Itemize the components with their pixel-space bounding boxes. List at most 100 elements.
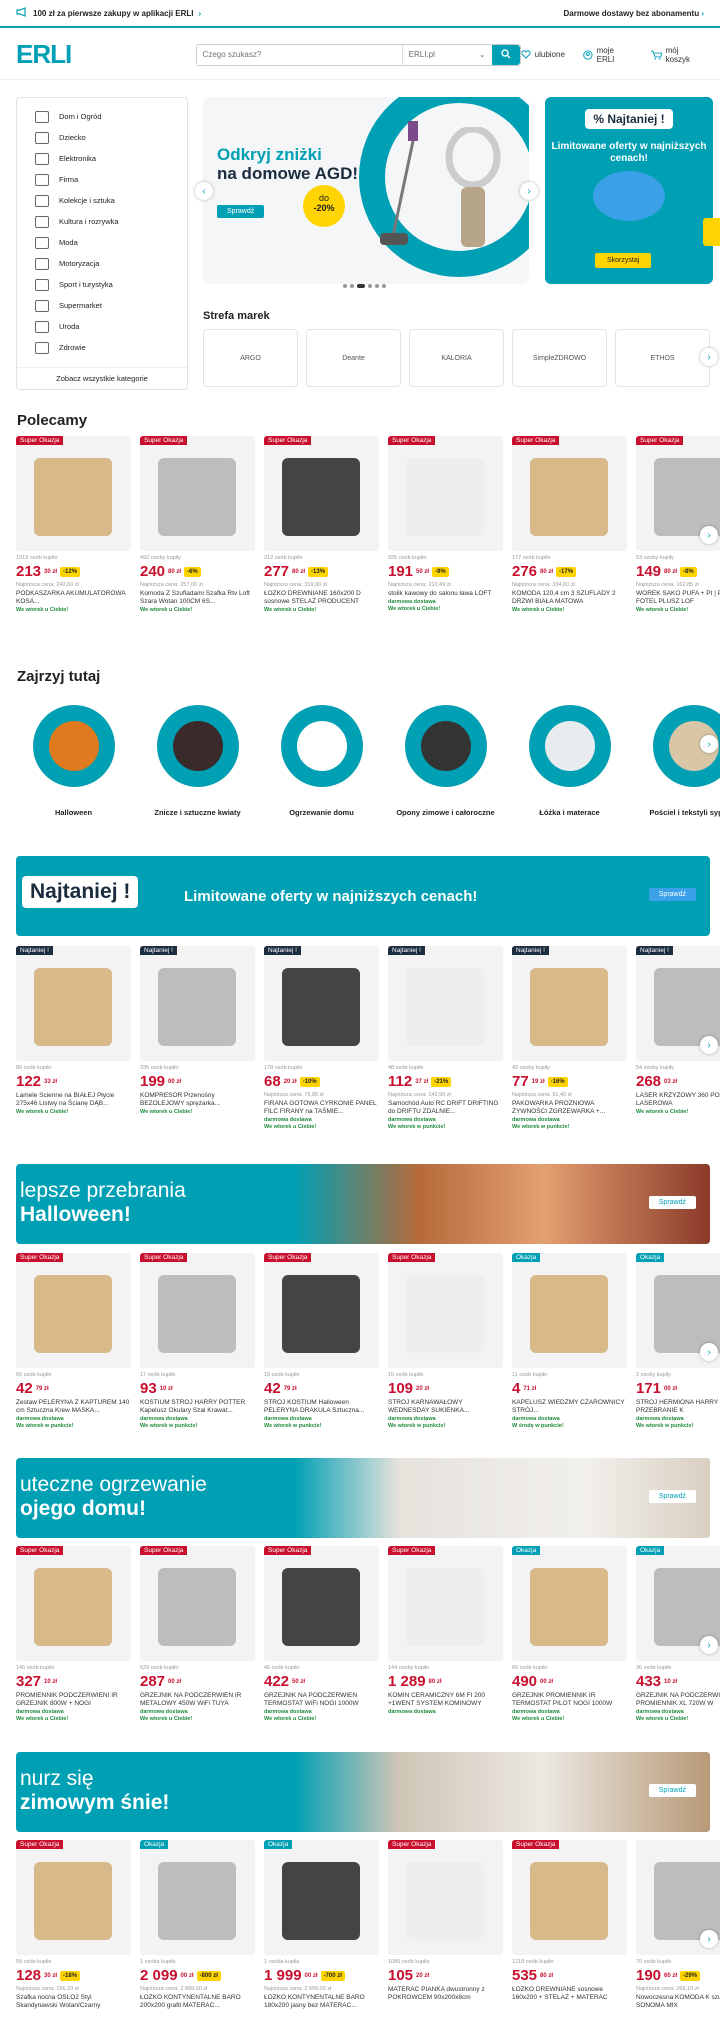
product-name[interactable]: LASER KRZYŻOWY 360 POZIOMICA LASEROWA: [636, 1092, 720, 1108]
category-item[interactable]: Elektronika: [17, 148, 187, 169]
product-card[interactable]: Super Okazja 925 osób kupiło 191 50 zł -9% Na…: [388, 436, 503, 613]
product-card[interactable]: Najtaniej ! 178 osób kupiło 68 20 zł -10% Naj…: [264, 946, 379, 1130]
brand-tile[interactable]: SimpleZDROWO: [512, 329, 607, 387]
category-item[interactable]: Motoryzacja: [17, 253, 187, 274]
product-card[interactable]: Okazja 2 osoby kupiły 171 00 zł STRÓJ HERMIO…: [636, 1253, 720, 1429]
brand-tile[interactable]: ETHOS: [615, 329, 710, 387]
category-item[interactable]: Kultura i rozrywka: [17, 211, 187, 232]
category-chip[interactable]: Halloween: [16, 705, 131, 818]
erli-logo[interactable]: ERLI: [16, 39, 174, 70]
category-item[interactable]: Zdrowie: [17, 337, 187, 358]
product-name[interactable]: GRZEJNIK NA PODCZERWIEŃ IR METALOWY 450W…: [140, 1692, 255, 1708]
brand-tile[interactable]: Deante: [306, 329, 401, 387]
product-card[interactable]: Najtaniej ! 48 osób kupiło 112 37 zł -21% Naj…: [388, 946, 503, 1130]
category-chip[interactable]: Opony zimowe i całoroczne: [388, 705, 503, 818]
product-card[interactable]: Super Okazja 10 osób kupiło 109 20 zł STRÓJ …: [388, 1253, 503, 1429]
najtaniej-promo-card[interactable]: % Najtaniej ! Limitowane oferty w najniż…: [545, 97, 713, 284]
brands-next-button[interactable]: ›: [700, 348, 718, 366]
product-name[interactable]: Samochód Auto RC DRIFT DRIFTING do DRIFT…: [388, 1100, 503, 1116]
app-promo-link[interactable]: 100 zł za pierwsze zakupy w aplikacji ER…: [16, 7, 201, 19]
row-next-button[interactable]: ›: [700, 526, 718, 544]
product-name[interactable]: Komoda Z Szufladami Szafka Rtv Loft Szar…: [140, 590, 255, 606]
account-link[interactable]: moje ERLI: [583, 46, 633, 64]
slider-dot[interactable]: [375, 284, 379, 288]
product-card[interactable]: Super Okazja 46 osób kupiło 422 50 zł GRZEJN…: [264, 1546, 379, 1722]
slider-dot[interactable]: [343, 284, 347, 288]
slider-dot[interactable]: [350, 284, 354, 288]
product-name[interactable]: Nowoczesna KOMODA K szuflady - SONOMA MI…: [636, 1994, 720, 2010]
product-name[interactable]: PROMIENNIK PODCZERWIENI IR GRZEJNIK 800W…: [16, 1692, 131, 1708]
product-name[interactable]: PAKOWARKA PRÓŻNIOWA ŻYWNOŚCI ZGRZEWARKA …: [512, 1100, 627, 1116]
category-item[interactable]: Supermarket: [17, 295, 187, 316]
product-card[interactable]: Super Okazja 65 osób kupiło 42 79 zł Zestaw …: [16, 1253, 131, 1429]
product-name[interactable]: STRÓJ KOSTIUM Halloween PELERYNA DRAKULA…: [264, 1399, 379, 1415]
brand-tile[interactable]: ARGO: [203, 329, 298, 387]
product-name[interactable]: STRÓJ KARNAWAŁOWY WEDNESDAY SUKIENKA...: [388, 1399, 503, 1415]
product-name[interactable]: stolik kawowy do salonu ława LOFT: [388, 590, 503, 598]
product-card[interactable]: Okazja 11 osób kupiło 4 71 zł KAPELUSZ WIEDŹ…: [512, 1253, 627, 1429]
product-name[interactable]: GRZEJNIK NA PODCZERWIEŃ PROMIENNIK XL 72…: [636, 1692, 720, 1708]
product-card[interactable]: Okazja 65 osób kupiło 490 00 zł GRZEJNIK PRO…: [512, 1546, 627, 1722]
product-card[interactable]: Super Okazja 58 osób kupiło 128 30 zł -18% Na…: [16, 1840, 131, 2010]
brand-tile[interactable]: KALORIA: [409, 329, 504, 387]
product-name[interactable]: ŁÓŻKO KONTYNENTALNE BARO 180x200 jasny b…: [264, 1994, 379, 2010]
category-item[interactable]: Uroda: [17, 316, 187, 337]
search-button[interactable]: [491, 44, 520, 65]
sprawdz-button[interactable]: Sprawdź: [648, 1490, 696, 1503]
product-name[interactable]: Szafka nocna OSLO2 Styl Skandynawski Wot…: [16, 1994, 131, 2010]
slider-dot[interactable]: [368, 284, 372, 288]
product-card[interactable]: Super Okazja 529 osób kupiło 287 00 zł GRZEJ…: [140, 1546, 255, 1722]
category-item[interactable]: Sport i turystyka: [17, 274, 187, 295]
favorites-link[interactable]: ulubione: [520, 46, 565, 64]
product-name[interactable]: KOMPRESOR Przenośny BEZOLEJOWY sprężarka…: [140, 1092, 255, 1108]
product-card[interactable]: 76 osób kupiło 190 60 zł -29% Najniższa cena…: [636, 1840, 720, 2010]
product-name[interactable]: KOSTIUM STRÓJ HARRY POTTER Kapelusz Okul…: [140, 1399, 255, 1415]
category-item[interactable]: Dziecko: [17, 127, 187, 148]
product-card[interactable]: Super Okazja 492 osoby kupiły 240 80 zł -6% N…: [140, 436, 255, 613]
row-next-button[interactable]: ›: [700, 1036, 718, 1054]
all-categories-link[interactable]: Zobacz wszystkie kategorie: [17, 367, 187, 383]
hero-slider[interactable]: Odkryj zniżki na domowe AGD! Sprawdź do -2…: [203, 97, 529, 284]
hero-prev-button[interactable]: ‹: [195, 182, 213, 200]
product-name[interactable]: ŁÓŻKO DREWNIANE sosnowe 160x200 + STELAŻ…: [512, 1986, 627, 2002]
heating-banner[interactable]: uteczne ogrzewanie ojego domu! Sprawdź: [16, 1458, 710, 1538]
category-chip[interactable]: Ogrzewanie domu: [264, 705, 379, 818]
product-card[interactable]: Najtaniej ! 43 osoby kupiły 77 19 zł -16% Naj…: [512, 946, 627, 1130]
chips-next-button[interactable]: ›: [700, 735, 718, 753]
product-name[interactable]: KOMIN CERAMICZNY 6M FI 200 +1WENT SYSTEM…: [388, 1692, 503, 1708]
search-scope-select[interactable]: ERLI.pl ⌄: [401, 44, 492, 65]
category-item[interactable]: Dom i Ogród: [17, 106, 187, 127]
sprawdz-button[interactable]: Sprawdź: [648, 888, 696, 901]
product-card[interactable]: Okazja 36 osób kupiło 433 10 zł GRZEJNIK NA …: [636, 1546, 720, 1722]
category-chip[interactable]: Łóżka i materace: [512, 705, 627, 818]
product-card[interactable]: Najtaniej ! 80 osób kupiło 122 33 zł Lamele …: [16, 946, 131, 1130]
product-card[interactable]: Super Okazja 144 osoby kupiło 1 289 80 zł KO…: [388, 1546, 503, 1722]
sleep-banner[interactable]: nurz się zimowym śnie! Sprawdź: [16, 1752, 710, 1832]
category-item[interactable]: Firma: [17, 169, 187, 190]
sprawdz-button[interactable]: Sprawdź: [648, 1784, 696, 1797]
row-next-button[interactable]: ›: [700, 1636, 718, 1654]
product-name[interactable]: MATERAC PIANKA dwustronny z POKROWCEM 90…: [388, 1986, 503, 2002]
side-tab-button[interactable]: [703, 218, 720, 246]
product-name[interactable]: STRÓJ HERMIONA HARRY POTTER PRZEBRANIE K: [636, 1399, 720, 1415]
product-card[interactable]: Super Okazja 146 osób kupiło 327 10 zł PROMI…: [16, 1546, 131, 1722]
row-next-button[interactable]: ›: [700, 1930, 718, 1948]
product-name[interactable]: KAPELUSZ WIEDŹMY CZAROWNICY STRÓJ...: [512, 1399, 627, 1415]
product-name[interactable]: PODKASZARKA AKUMULATOROWA KOSA...: [16, 590, 131, 606]
product-name[interactable]: GRZEJNIK NA PODCZERWIEŃ TERMOSTAT WiFi N…: [264, 1692, 379, 1708]
najtaniej-banner[interactable]: Najtaniej ! Limitowane oferty w najniższ…: [16, 856, 710, 936]
halloween-banner[interactable]: lepsze przebrania Halloween! Sprawdź: [16, 1164, 710, 1244]
hero-next-button[interactable]: ›: [520, 182, 538, 200]
product-name[interactable]: Zestaw PELERYNA Z KAPTUREM 140 cm Sztucz…: [16, 1399, 131, 1415]
product-name[interactable]: ŁÓŻKO KONTYNENTALNE BARO 200x200 grafit …: [140, 1994, 255, 2010]
product-name[interactable]: WOREK SAKO PUFA + PI | PUF FOTEL PLUSZ L…: [636, 590, 720, 606]
row-next-button[interactable]: ›: [700, 1343, 718, 1361]
product-card[interactable]: Super Okazja 177 osób kupiło 276 80 zł -17% N…: [512, 436, 627, 613]
hero-button[interactable]: Sprawdź: [217, 205, 265, 218]
product-card[interactable]: Super Okazja 17 osób kupiło 93 10 zł KOSTIUM…: [140, 1253, 255, 1429]
product-card[interactable]: Okazja 1 osoba kupiła 2 099 00 zł -800 zł Naj…: [140, 1840, 255, 2010]
search-input[interactable]: [196, 44, 402, 65]
product-card[interactable]: Super Okazja 15 osób kupiło 42 79 zł STRÓJ K…: [264, 1253, 379, 1429]
sprawdz-button[interactable]: Sprawdź: [648, 1196, 696, 1209]
product-card[interactable]: Super Okazja 1218 osób kupiło 535 80 zł ŁÓŻK…: [512, 1840, 627, 2010]
